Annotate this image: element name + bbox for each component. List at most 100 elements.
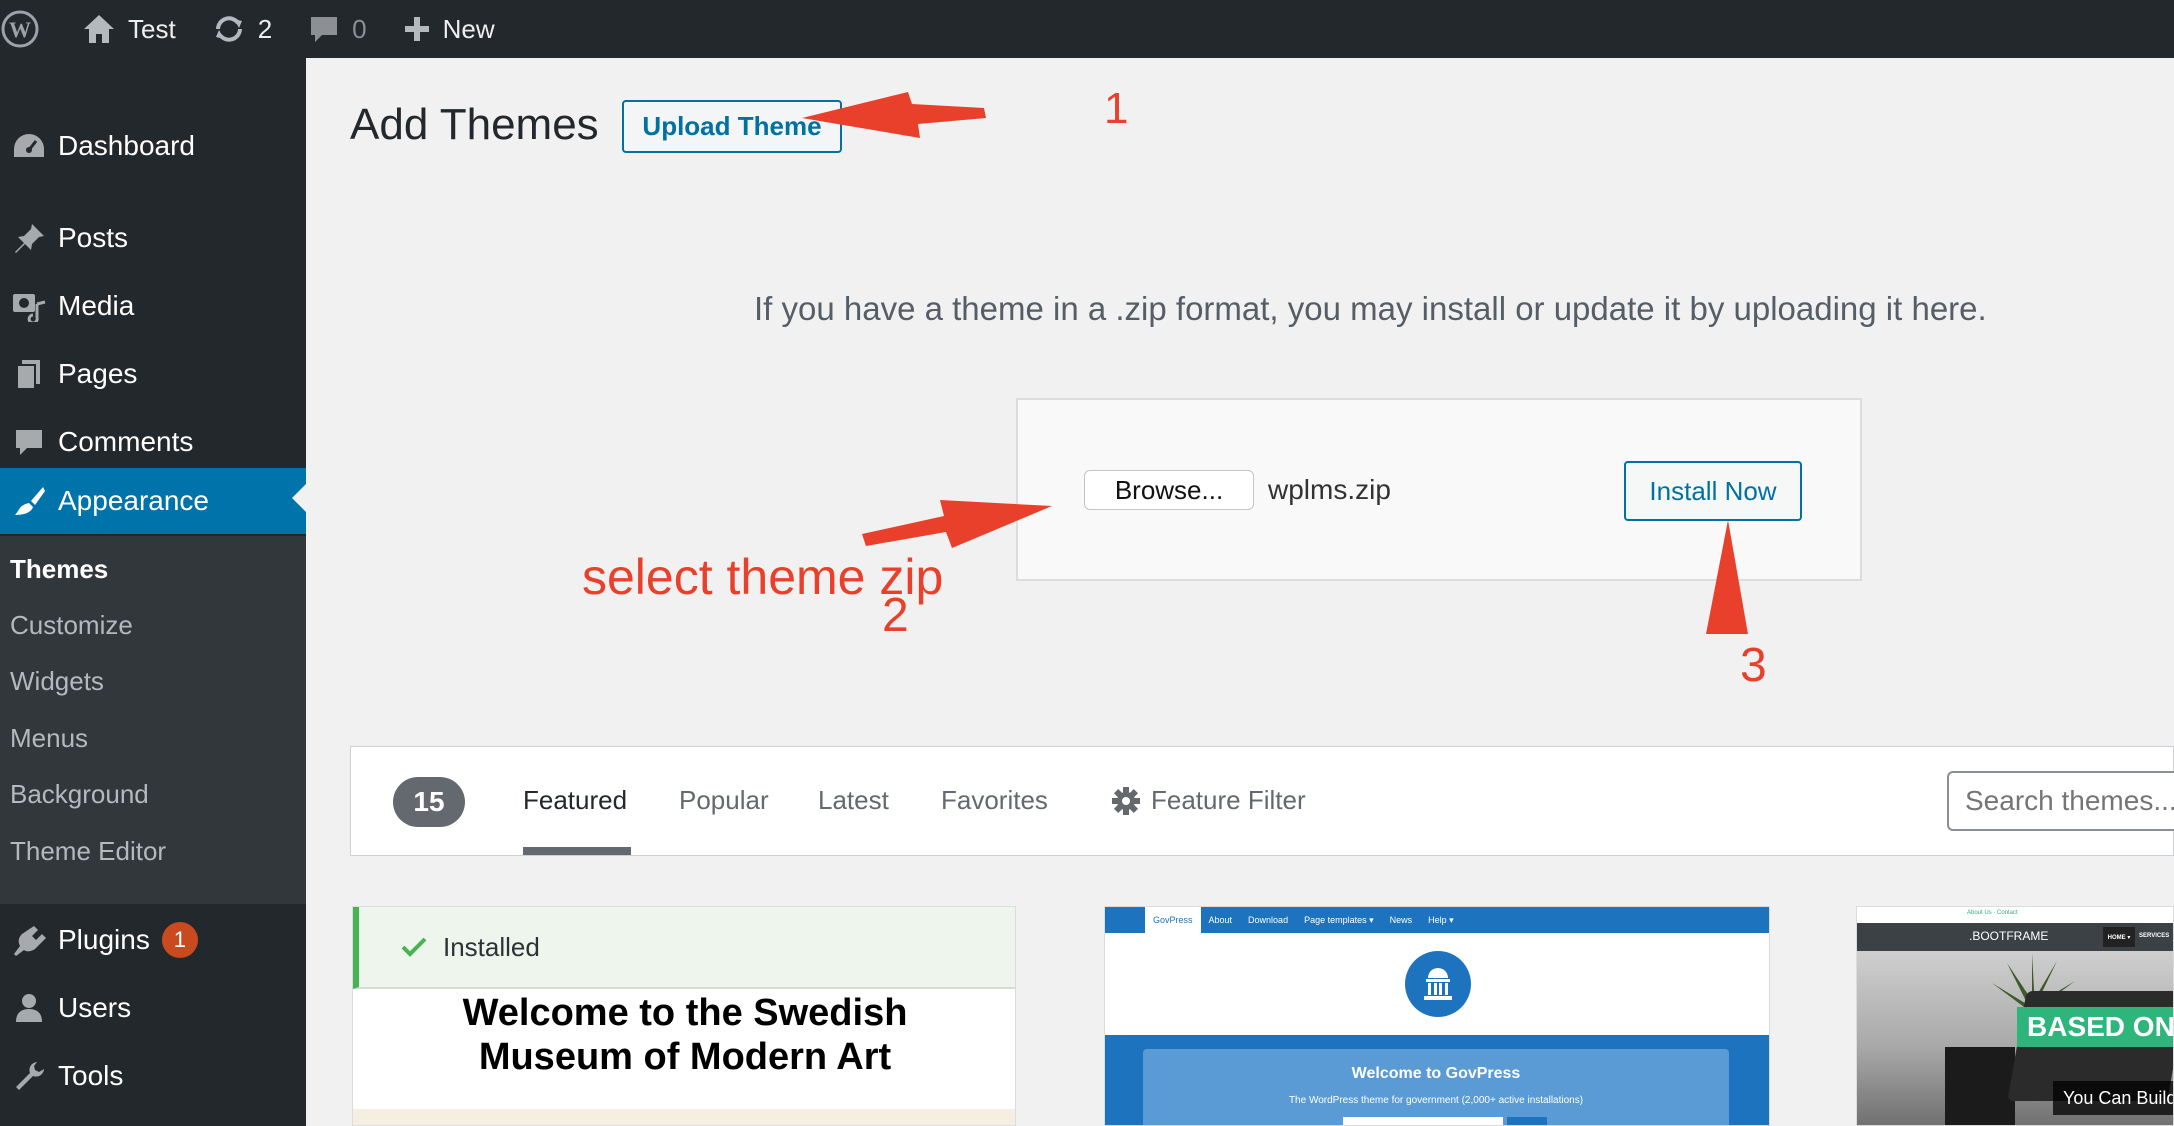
sidebar-item-users[interactable]: Users xyxy=(0,978,306,1038)
theme-screenshot-heading: Welcome to the Swedish Museum of Modern … xyxy=(353,991,1015,1079)
sidebar-label-tools: Tools xyxy=(58,1060,124,1091)
gear-icon xyxy=(1112,786,1140,815)
updates-link[interactable]: 2 xyxy=(194,0,290,58)
govpress-preview-nav: GovPress About Download Page templates ▾… xyxy=(1105,907,1769,933)
updates-icon xyxy=(215,16,242,42)
plugin-icon xyxy=(0,924,58,956)
govpress-preview-hero: Welcome to GovPress The WordPress theme … xyxy=(1105,1035,1769,1125)
media-icon xyxy=(0,290,58,322)
sidebar-label-appearance: Appearance xyxy=(58,485,210,516)
new-label: New xyxy=(442,13,495,44)
sidebar-item-pages[interactable]: Pages xyxy=(0,344,306,404)
theme-heading-line-2: Museum of Modern Art xyxy=(478,1036,892,1078)
search-themes-input[interactable] xyxy=(1947,771,2174,831)
plugins-update-badge: 1 xyxy=(161,922,198,958)
site-name: Test xyxy=(128,13,176,44)
capitol-building-icon xyxy=(1405,951,1471,1017)
appearance-submenu: Themes Customize Widgets Menus Backgroun… xyxy=(0,536,306,904)
browse-button[interactable]: Browse... xyxy=(1084,470,1254,510)
annotation-step-1: 1 xyxy=(1104,84,1129,133)
sidebar-item-media[interactable]: Media xyxy=(0,276,306,336)
sidebar-label-dashboard: Dashboard xyxy=(58,130,195,161)
wrench-icon xyxy=(0,1060,58,1092)
tab-popular[interactable]: Popular xyxy=(679,785,769,816)
sidebar-item-plugins[interactable]: Plugins 1 xyxy=(0,910,306,970)
updates-count: 2 xyxy=(257,13,273,44)
bootframe-nav-home: HOME ▾ xyxy=(2103,927,2135,947)
tab-latest[interactable]: Latest xyxy=(818,785,889,816)
submenu-theme-editor[interactable]: Theme Editor xyxy=(10,836,166,867)
pushpin-icon xyxy=(0,222,58,254)
submenu-themes[interactable]: Themes xyxy=(10,554,108,585)
admin-bar: W Test 2 0 New xyxy=(0,0,2174,58)
comment-icon xyxy=(311,17,338,42)
feature-filter-label: Feature Filter xyxy=(1151,785,1306,815)
sidebar-item-posts[interactable]: Posts xyxy=(0,208,306,268)
theme-filter-bar: 15 Featured Popular Latest Favorites Fea… xyxy=(350,746,2174,856)
theme-heading-line-1: Welcome to the Swedish xyxy=(462,992,908,1034)
selected-file-name: wplms.zip xyxy=(1268,474,1391,505)
bootframe-nav-services: SERVICES xyxy=(2139,933,2170,939)
new-content-link[interactable]: New xyxy=(385,0,513,58)
govpress-hero-title: Welcome to GovPress xyxy=(1351,1065,1521,1082)
annotation-step-2: 2 xyxy=(882,589,909,642)
submenu-widgets[interactable]: Widgets xyxy=(10,666,104,697)
submenu-customize[interactable]: Customize xyxy=(10,610,133,641)
user-icon xyxy=(0,992,58,1024)
feature-filter-button[interactable]: Feature Filter xyxy=(1111,785,1306,816)
installed-label: Installed xyxy=(443,931,540,962)
pages-icon xyxy=(0,358,58,390)
bootframe-subtitle: You Can Build xyxy=(2053,1081,2173,1115)
govpress-nav-item: Help ▾ xyxy=(1428,914,1454,925)
page-title: Add Themes xyxy=(350,100,599,149)
comments-link[interactable]: 0 xyxy=(290,0,384,58)
theme-screenshot-strip xyxy=(353,1109,1015,1125)
sidebar-label-plugins: Plugins xyxy=(58,924,150,955)
govpress-hero-button xyxy=(1507,1117,1547,1125)
paintbrush-icon xyxy=(0,485,58,517)
theme-count-badge: 15 xyxy=(393,777,465,827)
bootframe-preview-nav: .BOOTFRAME HOME ▾ SERVICES xyxy=(1857,923,2173,951)
bootframe-logo: .BOOTFRAME xyxy=(1969,929,2049,943)
comments-count: 0 xyxy=(352,13,367,44)
sidebar-item-comments[interactable]: Comments xyxy=(0,412,306,472)
comments-icon xyxy=(0,426,58,458)
tab-featured[interactable]: Featured xyxy=(523,785,627,816)
sidebar-item-appearance[interactable]: Appearance xyxy=(0,468,306,534)
notebook-image xyxy=(1945,1047,2015,1125)
plus-icon xyxy=(404,17,429,41)
govpress-hero-subtitle: The WordPress theme for government (2,00… xyxy=(1288,1095,1584,1106)
annotation-step-3: 3 xyxy=(1740,639,1767,692)
sidebar-label-pages: Pages xyxy=(58,358,138,389)
theme-card-govpress[interactable]: GovPress About Download Page templates ▾… xyxy=(1104,906,1770,1126)
home-icon xyxy=(84,15,114,43)
sidebar-label-comments: Comments xyxy=(58,426,194,457)
wordpress-logo-icon[interactable]: W xyxy=(0,0,64,58)
upload-theme-button[interactable]: Upload Theme xyxy=(622,100,842,153)
bootframe-topline-links: About Us · Contact xyxy=(1967,910,2018,916)
dashboard-icon xyxy=(0,131,58,161)
sidebar-item-tools[interactable]: Tools xyxy=(0,1046,306,1106)
govpress-nav-item: About xyxy=(1208,915,1233,925)
tab-favorites[interactable]: Favorites xyxy=(941,785,1048,816)
theme-card-installed[interactable]: Installed Welcome to the Swedish Museum … xyxy=(352,906,1016,1126)
upload-help-text: If you have a theme in a .zip format, yo… xyxy=(754,290,1987,327)
installed-notice: Installed xyxy=(353,907,1015,989)
sidebar-item-dashboard[interactable]: Dashboard xyxy=(0,116,306,176)
submenu-background[interactable]: Background xyxy=(10,779,149,810)
upload-theme-form: Browse... wplms.zip Install Now xyxy=(1016,398,1862,581)
sidebar-label-posts: Posts xyxy=(58,222,129,253)
submenu-menus[interactable]: Menus xyxy=(10,723,88,754)
sidebar-label-users: Users xyxy=(58,992,132,1023)
govpress-nav-item: Page templates ▾ xyxy=(1304,914,1374,925)
install-now-button[interactable]: Install Now xyxy=(1624,461,1802,521)
svg-text:W: W xyxy=(9,17,31,42)
bootframe-banner: BASED ON xyxy=(2017,1007,2173,1047)
bootframe-preview-hero: BASED ON You Can Build xyxy=(1857,951,2173,1125)
theme-card-bootframe[interactable]: About Us · Contact .BOOTFRAME HOME ▾ SER… xyxy=(1856,906,2174,1126)
bootframe-topline: About Us · Contact xyxy=(1857,907,2173,923)
site-name-link[interactable]: Test xyxy=(64,0,194,58)
govpress-nav-item: GovPress xyxy=(1145,907,1201,933)
checkmark-icon xyxy=(401,937,427,957)
govpress-nav-item: Download xyxy=(1248,915,1289,925)
